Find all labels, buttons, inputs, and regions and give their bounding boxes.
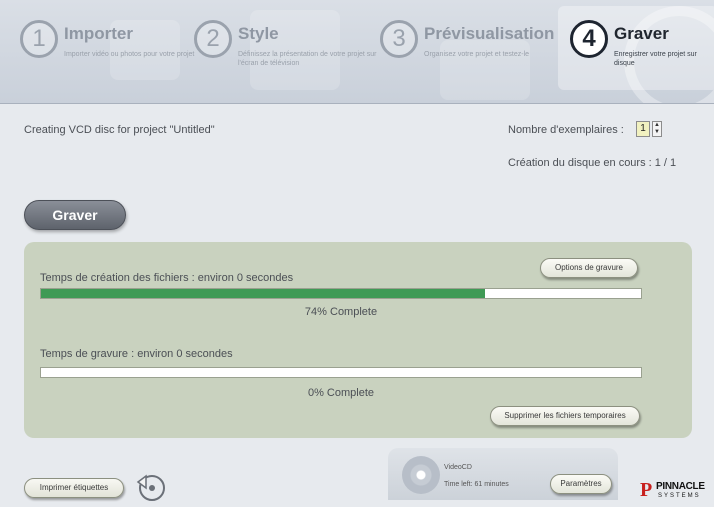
burn-button[interactable]: Graver [24,200,126,230]
copies-input[interactable]: 1 [636,121,650,137]
step-style[interactable]: 2 Style Définissez la présentation de vo… [194,16,377,86]
progress-panel: Options de gravure Temps de création des… [24,242,692,438]
logo-p-mark: P [640,479,653,501]
step-description: Importer vidéo ou photos pour votre proj… [64,51,195,58]
step-number: 2 [194,20,232,58]
step-description: Enregistrer votre projet sur disque [614,51,697,67]
step-title: Graver [614,24,669,43]
logo-subtitle: SYSTEMS [658,493,701,499]
stepper-up-icon[interactable]: ▲ [653,122,661,129]
file-creation-progress-bar [40,288,642,299]
step-description: Définissez la présentation de votre proj… [238,51,377,67]
print-labels-button[interactable]: Imprimer étiquettes [24,478,124,498]
pinnacle-logo: P PINNACLE SYSTEMS [640,480,708,502]
time-left-text: Time left: 61 minutes [444,481,509,488]
step-title: Importer [64,24,133,43]
copies-stepper[interactable]: ▲ ▼ [652,121,662,137]
step-number: 4 [570,20,608,58]
step-number: 1 [20,20,58,58]
step-graver[interactable]: 4 Graver Enregistrer votre projet sur di… [558,6,714,90]
step-number: 3 [380,20,418,58]
step-description: Organisez votre projet et testez-le [424,51,530,58]
file-creation-progress-fill [41,289,485,298]
settings-button[interactable]: Paramètres [550,474,612,494]
burning-percent: 0% Complete [307,387,375,399]
undo-reel-icon[interactable] [134,470,168,504]
step-title: Prévisualisation [424,24,555,43]
disc-creation-status: Création du disque en cours : 1 / 1 [508,157,677,169]
file-creation-percent: 74% Complete [304,306,378,318]
disc-type-text: VideoCD [444,464,472,471]
burning-progress-bar [40,367,642,378]
stepper-down-icon[interactable]: ▼ [653,129,661,136]
delete-temp-files-button[interactable]: Supprimer les fichiers temporaires [490,406,640,426]
step-title: Style [238,24,279,43]
disc-icon [402,456,440,494]
burn-options-button[interactable]: Options de gravure [540,258,638,278]
step-importer[interactable]: 1 Importer Importer vidéo ou photos pour… [20,16,194,86]
step-bar: 1 Importer Importer vidéo ou photos pour… [0,0,714,104]
step-previsualisation[interactable]: 3 Prévisualisation Organisez votre proje… [380,16,554,86]
project-status-text: Creating VCD disc for project "Untitled" [24,124,215,136]
disc-info-panel: VideoCD Time left: 61 minutes Paramètres [388,448,618,500]
burning-label: Temps de gravure : environ 0 secondes [40,348,233,360]
copies-label: Nombre d'exemplaires : [508,124,624,136]
file-creation-label: Temps de création des fichiers : environ… [40,272,294,284]
logo-name: PINNACLE [656,481,705,492]
